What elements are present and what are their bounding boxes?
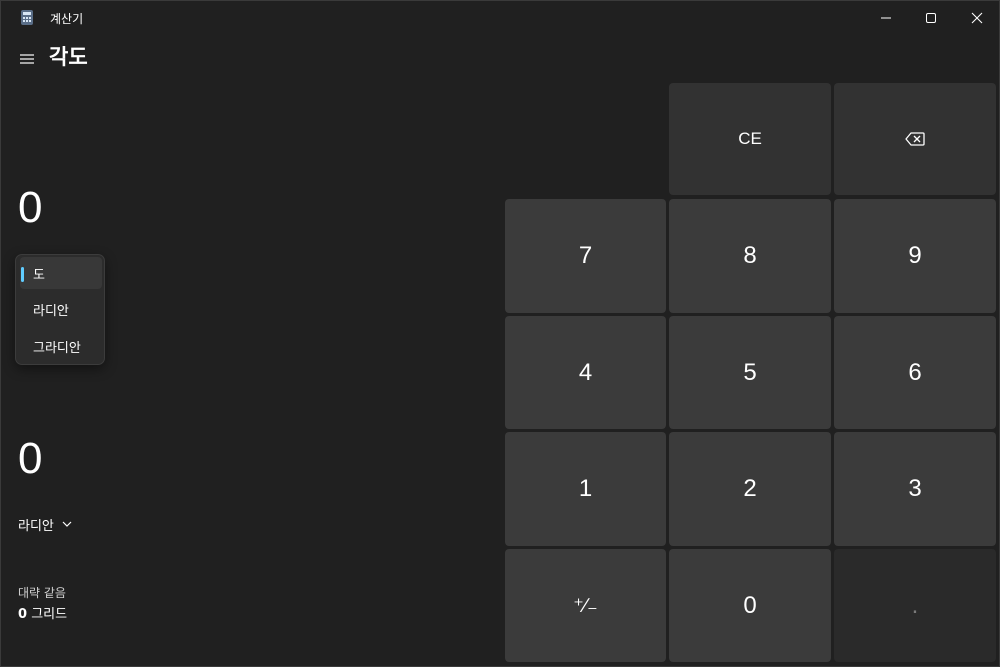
from-unit-dropdown-list: 도 라디안 그라디안 <box>15 254 105 365</box>
hamburger-menu-icon <box>20 54 34 64</box>
close-icon <box>971 12 983 24</box>
from-value-display[interactable]: 0 <box>18 183 42 233</box>
unit-option-degree[interactable]: 도 <box>20 257 102 289</box>
digit-9-button[interactable]: 9 <box>834 199 996 313</box>
unit-option-label: 그라디안 <box>33 340 81 356</box>
backspace-icon <box>905 132 925 146</box>
calculator-icon <box>21 10 33 25</box>
to-unit-dropdown[interactable]: 라디안 <box>18 513 72 535</box>
digit-7-button[interactable]: 7 <box>505 199 666 313</box>
calculator-window: 계산기 각도 0 도 라디안 그라디안 0 라디안 대략 같음 0 그리드 CE… <box>0 0 1000 667</box>
clear-entry-button[interactable]: CE <box>669 83 831 195</box>
digit-1-button[interactable]: 1 <box>505 432 666 546</box>
digit-2-button[interactable]: 2 <box>669 432 831 546</box>
minimize-icon <box>881 17 891 19</box>
approx-unit: 그리드 <box>31 607 68 622</box>
approx-equal-label: 대략 같음 <box>18 586 66 600</box>
unit-option-radian[interactable]: 라디안 <box>20 293 102 325</box>
chevron-down-icon <box>62 521 72 527</box>
page-title: 각도 <box>49 45 88 69</box>
digit-6-button[interactable]: 6 <box>834 316 996 429</box>
approx-equal-value: 0 그리드 <box>18 603 67 622</box>
approx-number: 0 <box>18 607 28 622</box>
window-title: 계산기 <box>50 12 84 26</box>
to-value-display[interactable]: 0 <box>18 434 42 484</box>
digit-3-button[interactable]: 3 <box>834 432 996 546</box>
backspace-button[interactable] <box>834 83 996 195</box>
title-bar: 계산기 <box>1 1 1000 35</box>
unit-option-gradian[interactable]: 그라디안 <box>20 330 102 362</box>
unit-option-label: 도 <box>33 267 45 283</box>
maximize-icon <box>926 13 936 23</box>
unit-option-label: 라디안 <box>33 303 69 319</box>
selection-indicator <box>21 267 24 282</box>
maximize-button[interactable] <box>908 1 954 35</box>
digit-0-button[interactable]: 0 <box>669 549 831 662</box>
negate-button[interactable]: ⁺∕₋ <box>505 549 666 662</box>
digit-5-button[interactable]: 5 <box>669 316 831 429</box>
close-button[interactable] <box>954 1 1000 35</box>
decimal-button[interactable]: . <box>834 549 996 662</box>
digit-8-button[interactable]: 8 <box>669 199 831 313</box>
digit-4-button[interactable]: 4 <box>505 316 666 429</box>
navigation-menu-button[interactable] <box>13 45 41 73</box>
to-unit-label: 라디안 <box>18 518 54 534</box>
minimize-button[interactable] <box>863 1 909 35</box>
